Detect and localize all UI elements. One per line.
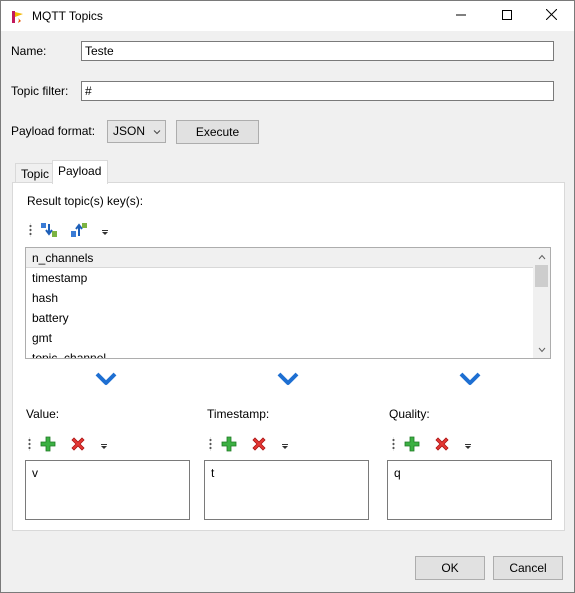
remove-icon[interactable]: [69, 435, 87, 453]
close-button[interactable]: [528, 1, 574, 31]
list-item[interactable]: n_channels: [26, 248, 550, 268]
maximize-icon: [502, 9, 512, 23]
window-title: MQTT Topics: [32, 9, 103, 23]
toolbar-overflow-icon[interactable]: [280, 435, 290, 453]
chevron-down-icon[interactable]: [94, 369, 118, 389]
timestamp-field[interactable]: t: [204, 460, 369, 520]
list-item[interactable]: battery: [26, 308, 550, 328]
payload-format-select[interactable]: JSON: [107, 120, 166, 143]
cancel-button[interactable]: Cancel: [493, 556, 563, 580]
list-item[interactable]: hash: [26, 288, 550, 308]
add-icon[interactable]: [403, 435, 421, 453]
topic-filter-label: Topic filter:: [11, 84, 69, 98]
keys-toolbar: [29, 219, 110, 241]
quality-label: Quality:: [389, 407, 430, 421]
value-label: Value:: [26, 407, 60, 421]
toolbar-overflow-icon[interactable]: [99, 435, 109, 453]
topic-filter-field[interactable]: #: [81, 81, 554, 101]
tab-payload[interactable]: Payload: [52, 160, 108, 184]
add-icon[interactable]: [39, 435, 57, 453]
maximize-button[interactable]: [484, 1, 530, 31]
payload-format-label: Payload format:: [11, 124, 96, 138]
result-keys-label: Result topic(s) key(s):: [27, 194, 144, 208]
toolbar-overflow-icon[interactable]: [463, 435, 473, 453]
quality-toolbar: [392, 433, 473, 455]
remove-icon[interactable]: [250, 435, 268, 453]
minimize-button[interactable]: [438, 1, 484, 31]
name-label: Name:: [11, 44, 47, 58]
list-item[interactable]: timestamp: [26, 268, 550, 288]
title-bar: MQTT Topics: [1, 1, 574, 31]
minimize-icon: [456, 9, 466, 23]
result-keys-list[interactable]: n_channels timestamp hash battery gmt to…: [25, 247, 551, 359]
remove-icon[interactable]: [433, 435, 451, 453]
toolbar-grip[interactable]: [392, 437, 395, 451]
list-scrollbar[interactable]: [533, 248, 550, 358]
list-item[interactable]: topic_channel: [26, 348, 550, 358]
sort-up-icon[interactable]: [70, 221, 88, 239]
ok-button[interactable]: OK: [415, 556, 485, 580]
list-item[interactable]: gmt: [26, 328, 550, 348]
scroll-thumb[interactable]: [535, 265, 548, 287]
payload-format-value: JSON: [113, 124, 146, 138]
chevron-down-icon[interactable]: [458, 369, 482, 389]
app-icon: [10, 9, 26, 25]
execute-button[interactable]: Execute: [176, 120, 259, 144]
timestamp-label: Timestamp:: [207, 407, 270, 421]
value-toolbar: [28, 433, 109, 455]
sort-down-icon[interactable]: [40, 221, 58, 239]
close-icon: [545, 8, 557, 23]
scroll-down-icon[interactable]: [533, 341, 550, 358]
toolbar-grip[interactable]: [28, 437, 31, 451]
scroll-up-icon[interactable]: [533, 248, 550, 265]
tab-topic[interactable]: Topic: [15, 163, 53, 184]
mqtt-topics-window: MQTT Topics Name: Teste Topic filter: # …: [0, 0, 575, 593]
quality-field[interactable]: q: [387, 460, 552, 520]
chevron-down-icon: [153, 125, 161, 139]
value-field[interactable]: v: [25, 460, 190, 520]
toolbar-grip[interactable]: [209, 437, 212, 451]
add-icon[interactable]: [220, 435, 238, 453]
name-field[interactable]: Teste: [81, 41, 554, 61]
timestamp-toolbar: [209, 433, 290, 455]
chevron-down-icon[interactable]: [276, 369, 300, 389]
toolbar-grip[interactable]: [29, 223, 32, 237]
toolbar-overflow-icon[interactable]: [100, 221, 110, 239]
